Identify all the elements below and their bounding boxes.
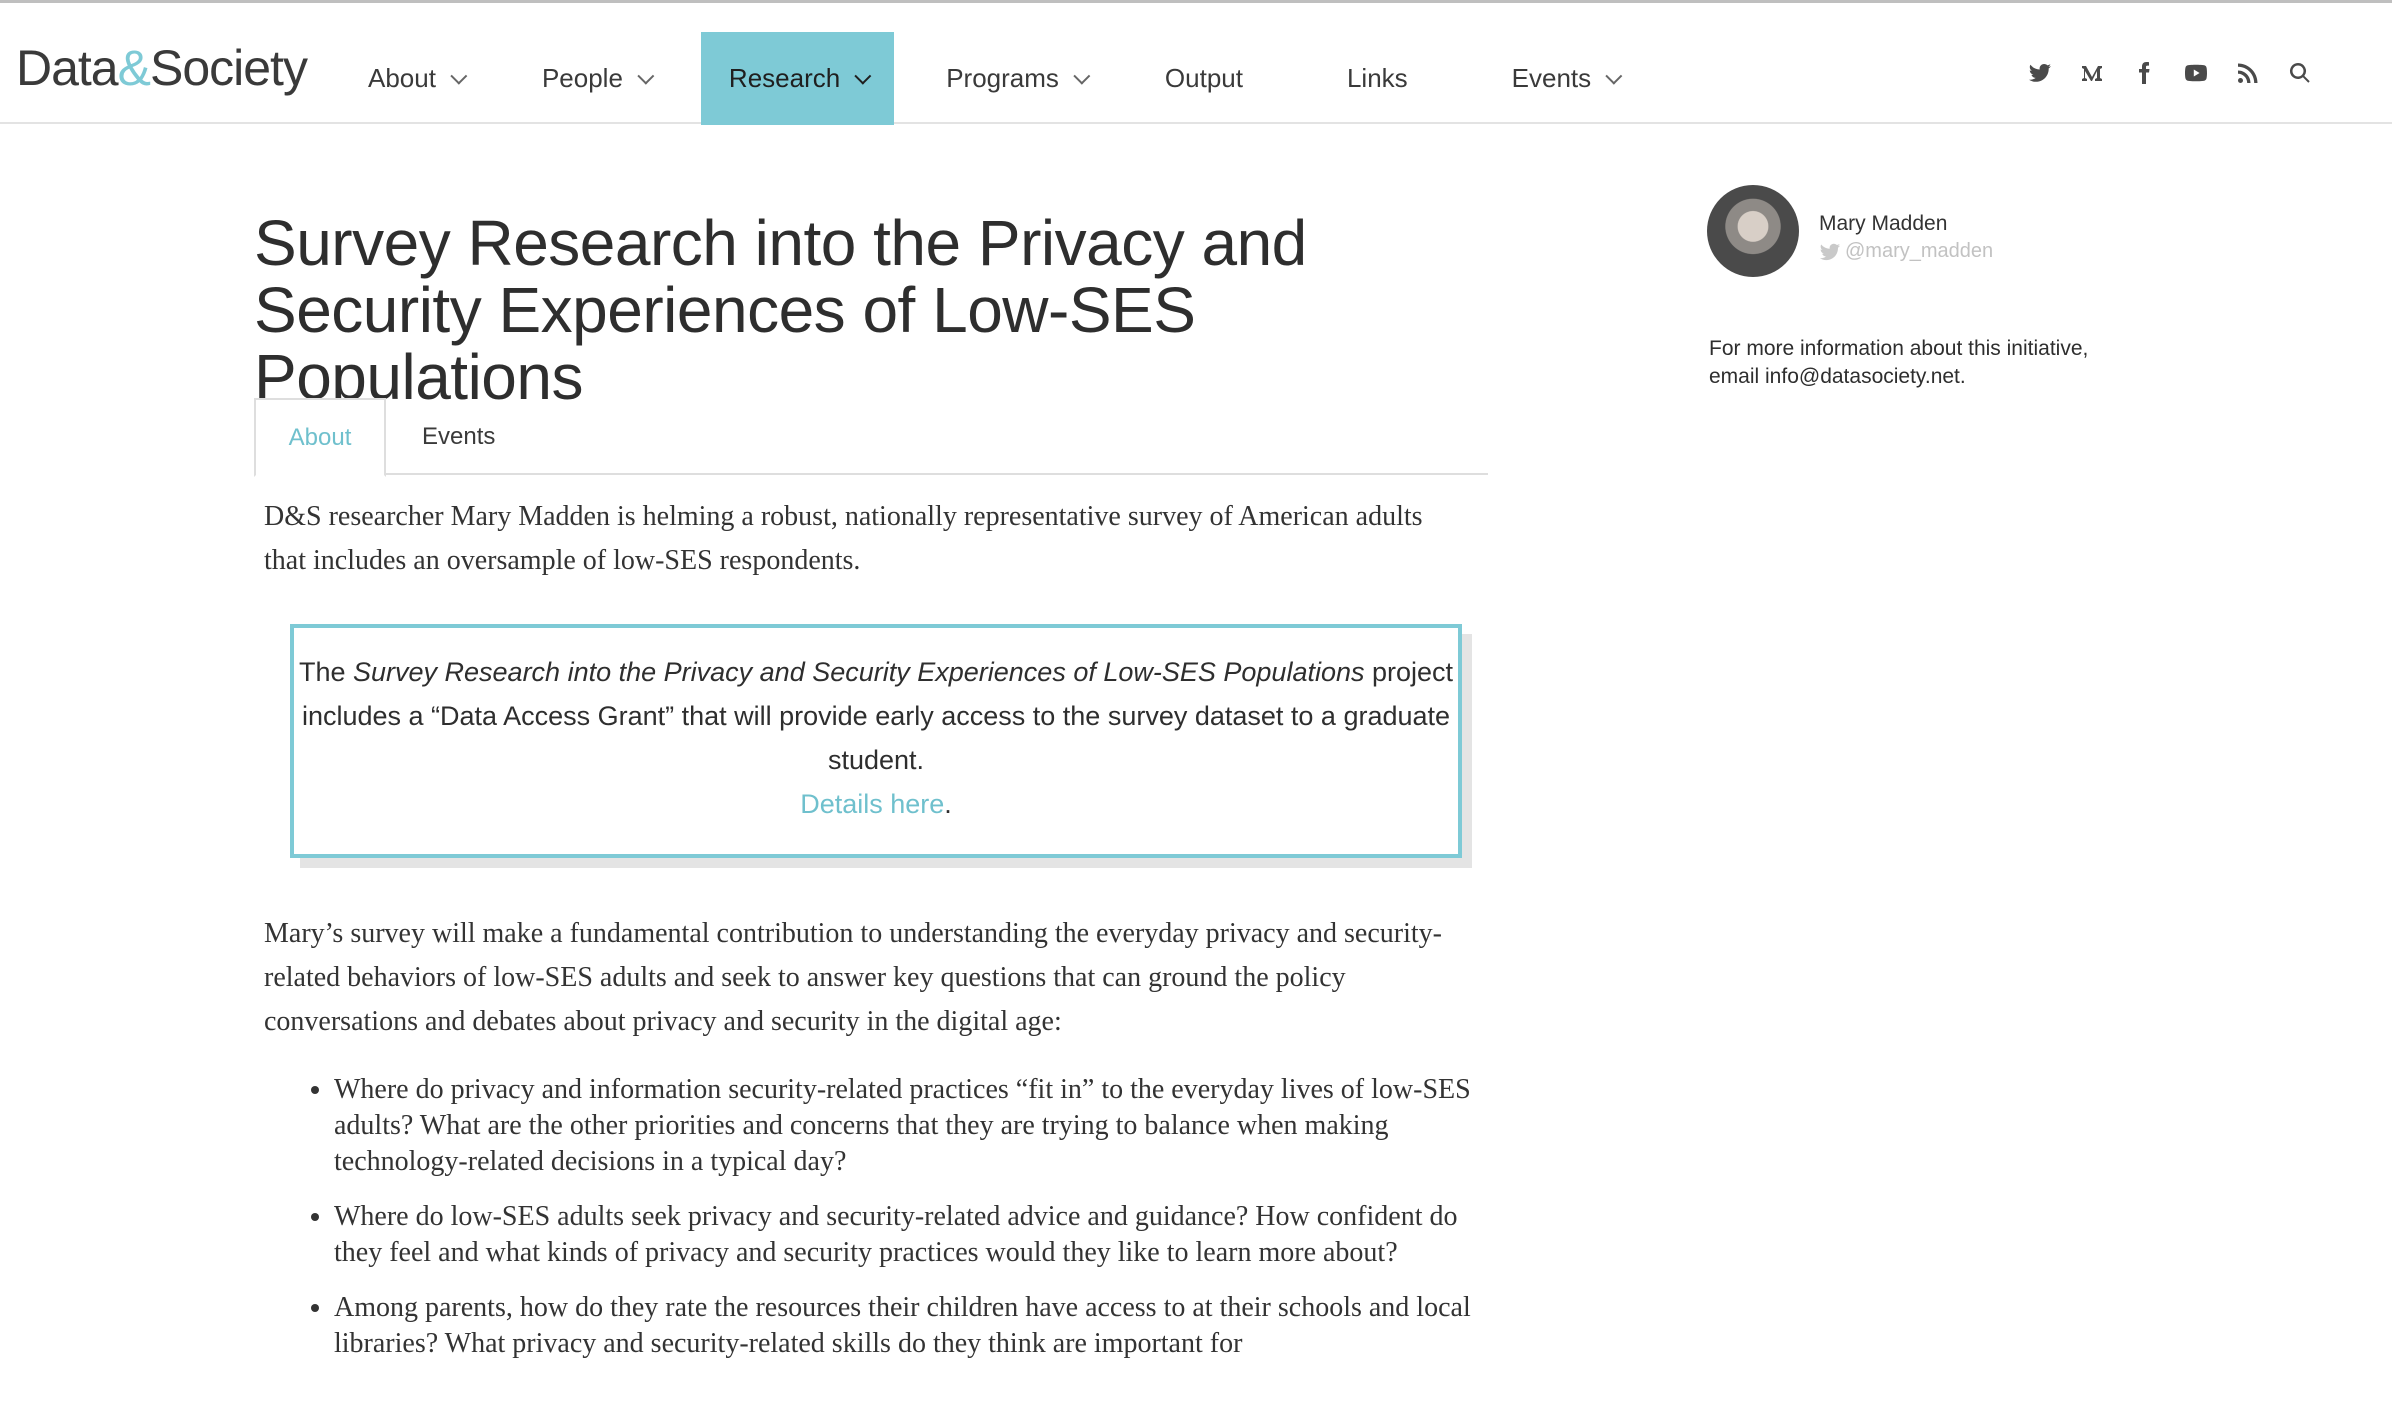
nav-label: Events [1511, 63, 1592, 93]
chevron-down-icon [1073, 67, 1091, 85]
nav-label: Research [728, 63, 841, 93]
nav-item-people[interactable]: People [514, 32, 677, 125]
search-icon[interactable] [2288, 61, 2312, 85]
list-item: Among parents, how do they rate the reso… [334, 1290, 1504, 1362]
callout-period: . [944, 789, 952, 819]
logo-text-data: Data [16, 40, 119, 96]
intro-paragraph: D&S researcher Mary Madden is helming a … [264, 501, 1423, 576]
social-links [2028, 61, 2312, 85]
handle-text: @mary_madden [1845, 240, 1994, 262]
contact-info: For more information about this initiati… [1709, 337, 2089, 388]
site-logo[interactable]: Data&Society [16, 40, 308, 96]
facebook-icon[interactable] [2132, 61, 2156, 85]
callout-prefix: The [298, 657, 353, 687]
page-title: Survey Research into the Privacy and Sec… [254, 207, 1307, 413]
nav-item-output[interactable]: Output [1137, 32, 1295, 125]
nav-item-links[interactable]: Links [1319, 32, 1460, 125]
twitter-bird-icon [1819, 243, 1841, 260]
questions-list: Where do privacy and information securit… [288, 1072, 1504, 1381]
logo-text-society: Society [149, 40, 308, 96]
nav-item-about[interactable]: About [340, 32, 490, 125]
nav-label: People [541, 63, 623, 93]
author-twitter-handle[interactable]: @mary_madden [1819, 240, 1993, 263]
chevron-down-icon [854, 67, 872, 85]
logo-ampersand: & [117, 40, 151, 96]
nav-label: Links [1346, 63, 1408, 93]
chevron-down-icon [1605, 67, 1623, 85]
nav-item-programs[interactable]: Programs [918, 32, 1113, 125]
tab-label: About [288, 423, 352, 451]
site-header: Data&Society About People Research Progr… [0, 3, 2392, 125]
main-nav: About People Research Programs Output Li… [340, 32, 1669, 125]
list-item: Where do privacy and information securit… [334, 1072, 1504, 1180]
author-avatar[interactable] [1707, 185, 1799, 277]
chevron-down-icon [450, 67, 468, 85]
youtube-icon[interactable] [2184, 61, 2208, 85]
main-content: Survey Research into the Privacy and Sec… [254, 207, 1488, 1359]
nav-item-research[interactable]: Research [700, 32, 895, 125]
tab-events[interactable]: Events [422, 398, 495, 475]
details-link[interactable]: Details here [800, 789, 944, 819]
survey-paragraph: Mary’s survey will make a fundamental co… [264, 918, 1442, 1037]
callout-box: The Survey Research into the Privacy and… [290, 624, 1462, 858]
nav-label: Programs [946, 63, 1059, 93]
callout-project-title: Survey Research into the Privacy and Sec… [352, 657, 1365, 687]
chevron-down-icon [637, 67, 655, 85]
tab-label: Events [422, 422, 496, 450]
nav-item-events[interactable]: Events [1484, 32, 1646, 125]
list-item: Where do low-SES adults seek privacy and… [334, 1199, 1504, 1271]
nav-label: About [368, 63, 436, 93]
tab-about[interactable]: About [254, 398, 386, 477]
rss-icon[interactable] [2236, 61, 2260, 85]
tab-bar: About Events [254, 398, 1488, 477]
nav-label: Output [1164, 63, 1243, 93]
medium-icon[interactable] [2080, 61, 2104, 85]
author-name[interactable]: Mary Madden [1819, 212, 1947, 236]
twitter-icon[interactable] [2028, 61, 2052, 85]
